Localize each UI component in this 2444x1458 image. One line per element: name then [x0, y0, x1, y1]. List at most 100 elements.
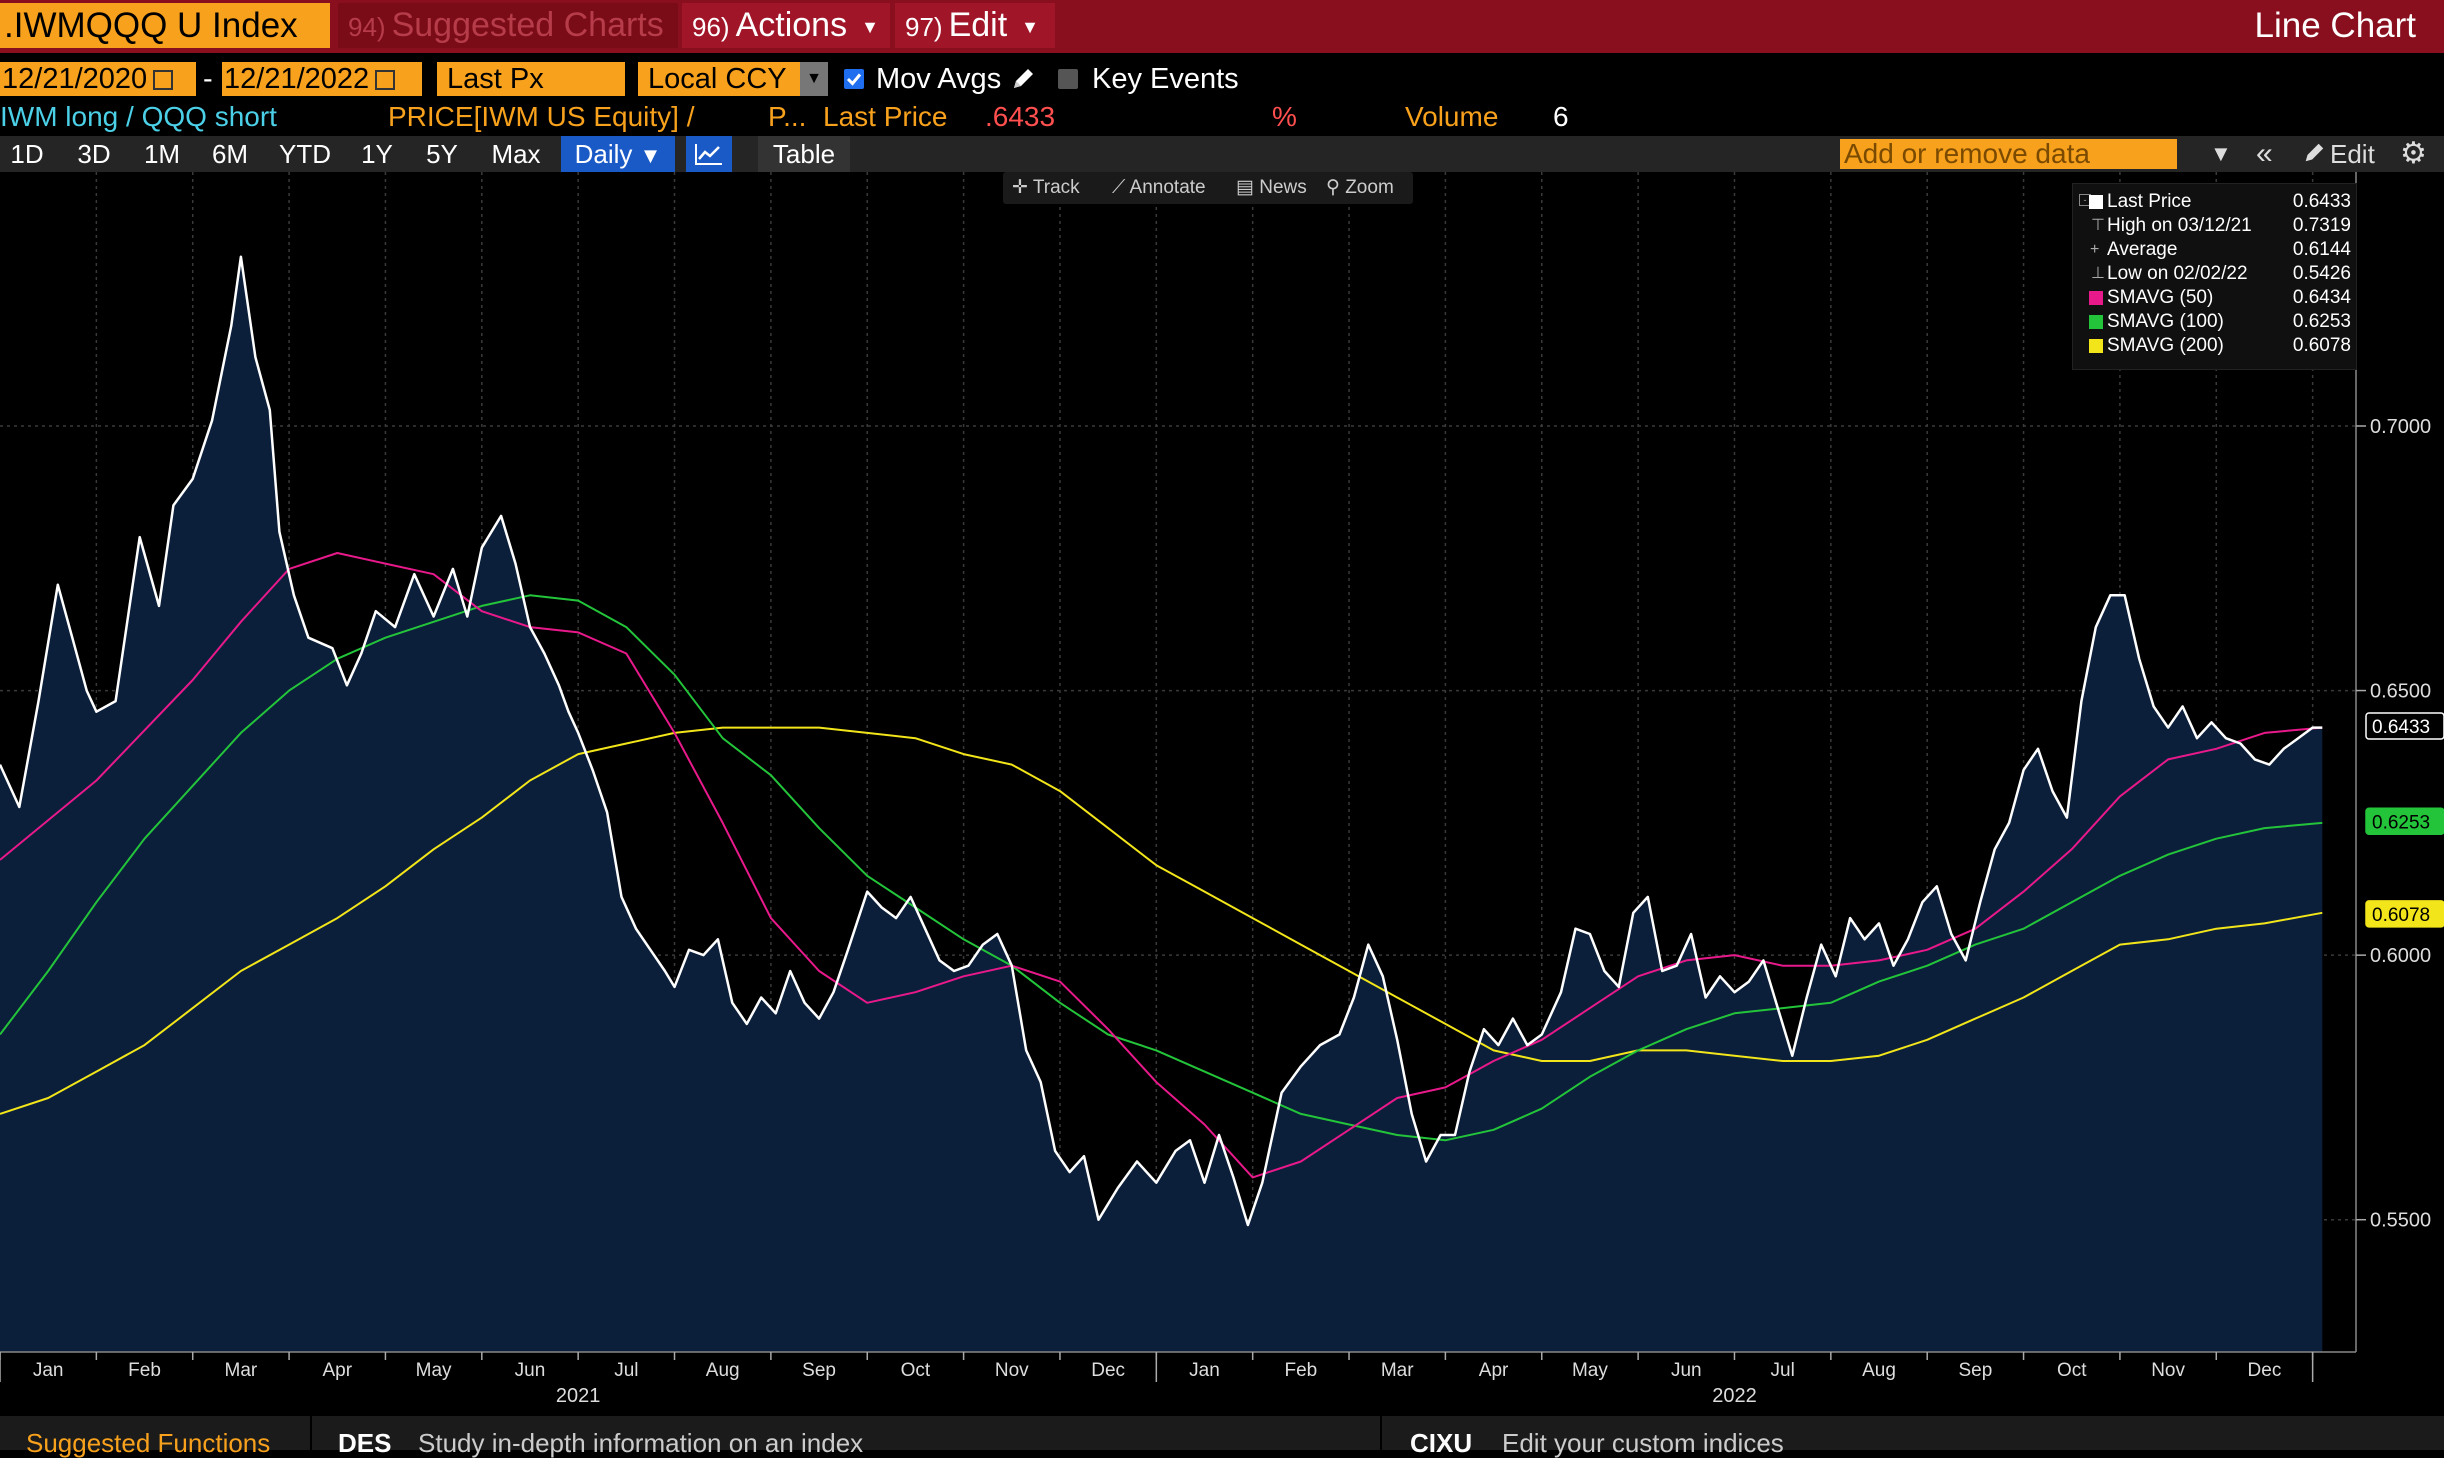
key-events-checkbox[interactable] [1058, 69, 1078, 89]
table-button[interactable]: Table [758, 136, 850, 172]
period-6m[interactable]: 6M [202, 136, 258, 172]
security-formula: PRICE[IWM US Equity] / [388, 101, 695, 132]
start-date-text: 12/21/2020 [2, 63, 148, 95]
legend-value: 0.7319 [2292, 215, 2351, 236]
legend-label: Last Price [2107, 191, 2192, 212]
x-tick-label: Jun [1671, 1360, 1702, 1381]
annotate-icon: ⟋ [1112, 177, 1126, 198]
x-year-label: 2021 [556, 1385, 601, 1407]
edit-menu-label: Edit [948, 6, 1008, 44]
mov-avgs-label[interactable]: Mov Avgs [876, 62, 1001, 96]
period-ytd[interactable]: YTD [270, 136, 340, 172]
filter-dropdown-icon[interactable]: ▼ [2210, 136, 2232, 172]
des-function-code[interactable]: DES [338, 1430, 391, 1456]
y-tick-label: 0.7000 [2370, 416, 2431, 438]
average-marker-icon: + [2090, 241, 2100, 258]
period-1d[interactable]: 1D [0, 136, 54, 172]
edit-chart-button[interactable]: Edit [2330, 136, 2375, 172]
cixu-function-code[interactable]: CIXU [1410, 1430, 1472, 1456]
date-separator: - [203, 63, 213, 95]
x-tick-label: Jan [1189, 1360, 1220, 1381]
period-5y[interactable]: 5Y [414, 136, 470, 172]
x-tick-label: Jan [33, 1360, 64, 1381]
news-tool[interactable]: ▤ News [1236, 172, 1307, 204]
field-selector[interactable]: Last Px [437, 62, 625, 96]
x-tick-label: Jun [515, 1360, 546, 1381]
x-tick-label: Oct [2057, 1360, 2087, 1381]
legend-value: 0.6253 [2292, 311, 2351, 332]
calendar-icon[interactable] [153, 70, 174, 91]
legend-value: 0.6433 [2292, 191, 2351, 212]
x-tick-label: Oct [901, 1360, 931, 1381]
cixu-function-text[interactable]: Edit your custom indices [1502, 1430, 1784, 1456]
chevron-down-icon: ▼ [1021, 16, 1039, 37]
period-3d[interactable]: 3D [66, 136, 122, 172]
des-function-text[interactable]: Study in-depth information on an index [418, 1430, 863, 1456]
x-tick-label: Mar [225, 1360, 258, 1381]
currency-selector[interactable]: Local CCY ▼ [638, 62, 828, 96]
suggested-charts-button[interactable]: 94) Suggested Charts [338, 3, 678, 48]
suggested-charts-number: 94) [348, 12, 386, 42]
actions-button[interactable]: 96) Actions ▼ [682, 3, 890, 48]
actions-number: 96) [692, 12, 730, 42]
legend-swatch [2089, 291, 2103, 305]
pencil-icon[interactable] [1010, 66, 1036, 92]
gear-icon[interactable]: ⚙ [2400, 136, 2427, 172]
x-tick-label: Apr [322, 1360, 352, 1381]
x-tick-label: Mar [1381, 1360, 1414, 1381]
end-date-text: 12/21/2022 [224, 63, 370, 95]
security-formula-more[interactable]: P... [768, 99, 806, 135]
x-tick-label: May [1572, 1360, 1608, 1381]
end-date-field[interactable]: 12/21/2022 [222, 62, 422, 96]
legend-swatch [2089, 339, 2103, 353]
start-date-field[interactable]: 12/21/2020 [0, 62, 196, 96]
line-chart-button[interactable] [686, 136, 732, 172]
add-remove-data-input[interactable]: Add or remove data [1840, 139, 2177, 169]
crosshair-icon: ✛ [1012, 177, 1028, 198]
x-tick-label: Nov [995, 1360, 1029, 1381]
x-tick-label: Jul [1771, 1360, 1795, 1381]
zoom-tool[interactable]: ⚲ Zoom [1326, 172, 1394, 204]
period-max[interactable]: Max [482, 136, 550, 172]
legend-value: 0.6144 [2292, 239, 2351, 260]
x-year-label: 2022 [1712, 1385, 1757, 1407]
track-tool[interactable]: ✛ Track [1012, 172, 1080, 204]
legend-smavg-200: SMAVG (200) 0.6078 [2089, 334, 2357, 358]
legend-value: 0.6078 [2292, 335, 2351, 356]
actions-label: Actions [735, 6, 848, 44]
edit-menu-button[interactable]: 97) Edit ▼ [895, 3, 1055, 48]
annotate-tool[interactable]: ⟋ Annotate [1112, 172, 1206, 204]
x-tick-label: May [416, 1360, 452, 1381]
y-tick-label: 0.6000 [2370, 945, 2431, 967]
legend-swatch [2089, 195, 2103, 209]
x-tick-label: Nov [2151, 1360, 2185, 1381]
edit-menu-number: 97) [905, 12, 943, 42]
news-label: News [1259, 177, 1307, 198]
end-value-label: 0.6078 [2372, 905, 2430, 926]
ticker-field[interactable]: .IWMQQQ U Index [0, 3, 330, 48]
line-chart-icon [695, 144, 722, 165]
legend-label: Average [2107, 239, 2178, 260]
pencil-icon[interactable] [2302, 141, 2326, 165]
legend-low: ⊥ Low on 02/02/22 0.5426 [2091, 262, 2357, 286]
key-events-label[interactable]: Key Events [1092, 62, 1239, 96]
mov-avgs-checkbox[interactable] [844, 69, 864, 89]
frequency-selector[interactable]: Daily ▼ [561, 136, 675, 172]
x-tick-label: Aug [706, 1360, 740, 1381]
calendar-icon[interactable] [375, 70, 396, 91]
divider [1380, 1416, 1382, 1450]
x-tick-label: Aug [1862, 1360, 1896, 1381]
currency-text: Local CCY [648, 63, 787, 95]
x-tick-label: Dec [2248, 1360, 2282, 1381]
divider [310, 1416, 312, 1450]
period-1m[interactable]: 1M [134, 136, 190, 172]
period-1y[interactable]: 1Y [352, 136, 402, 172]
track-label: Track [1032, 177, 1080, 198]
collapse-icon[interactable]: « [2256, 136, 2273, 172]
chart-legend[interactable]: - Last Price 0.6433 ⊤ High on 03/12/21 0.7… [2072, 183, 2357, 370]
chart-type-label: Line Chart [2254, 6, 2416, 45]
volume-label: Volume [1405, 101, 1499, 132]
end-value-label: 0.6433 [2372, 717, 2430, 738]
legend-label: High on 03/12/21 [2107, 215, 2252, 236]
news-icon: ▤ [1236, 177, 1254, 198]
